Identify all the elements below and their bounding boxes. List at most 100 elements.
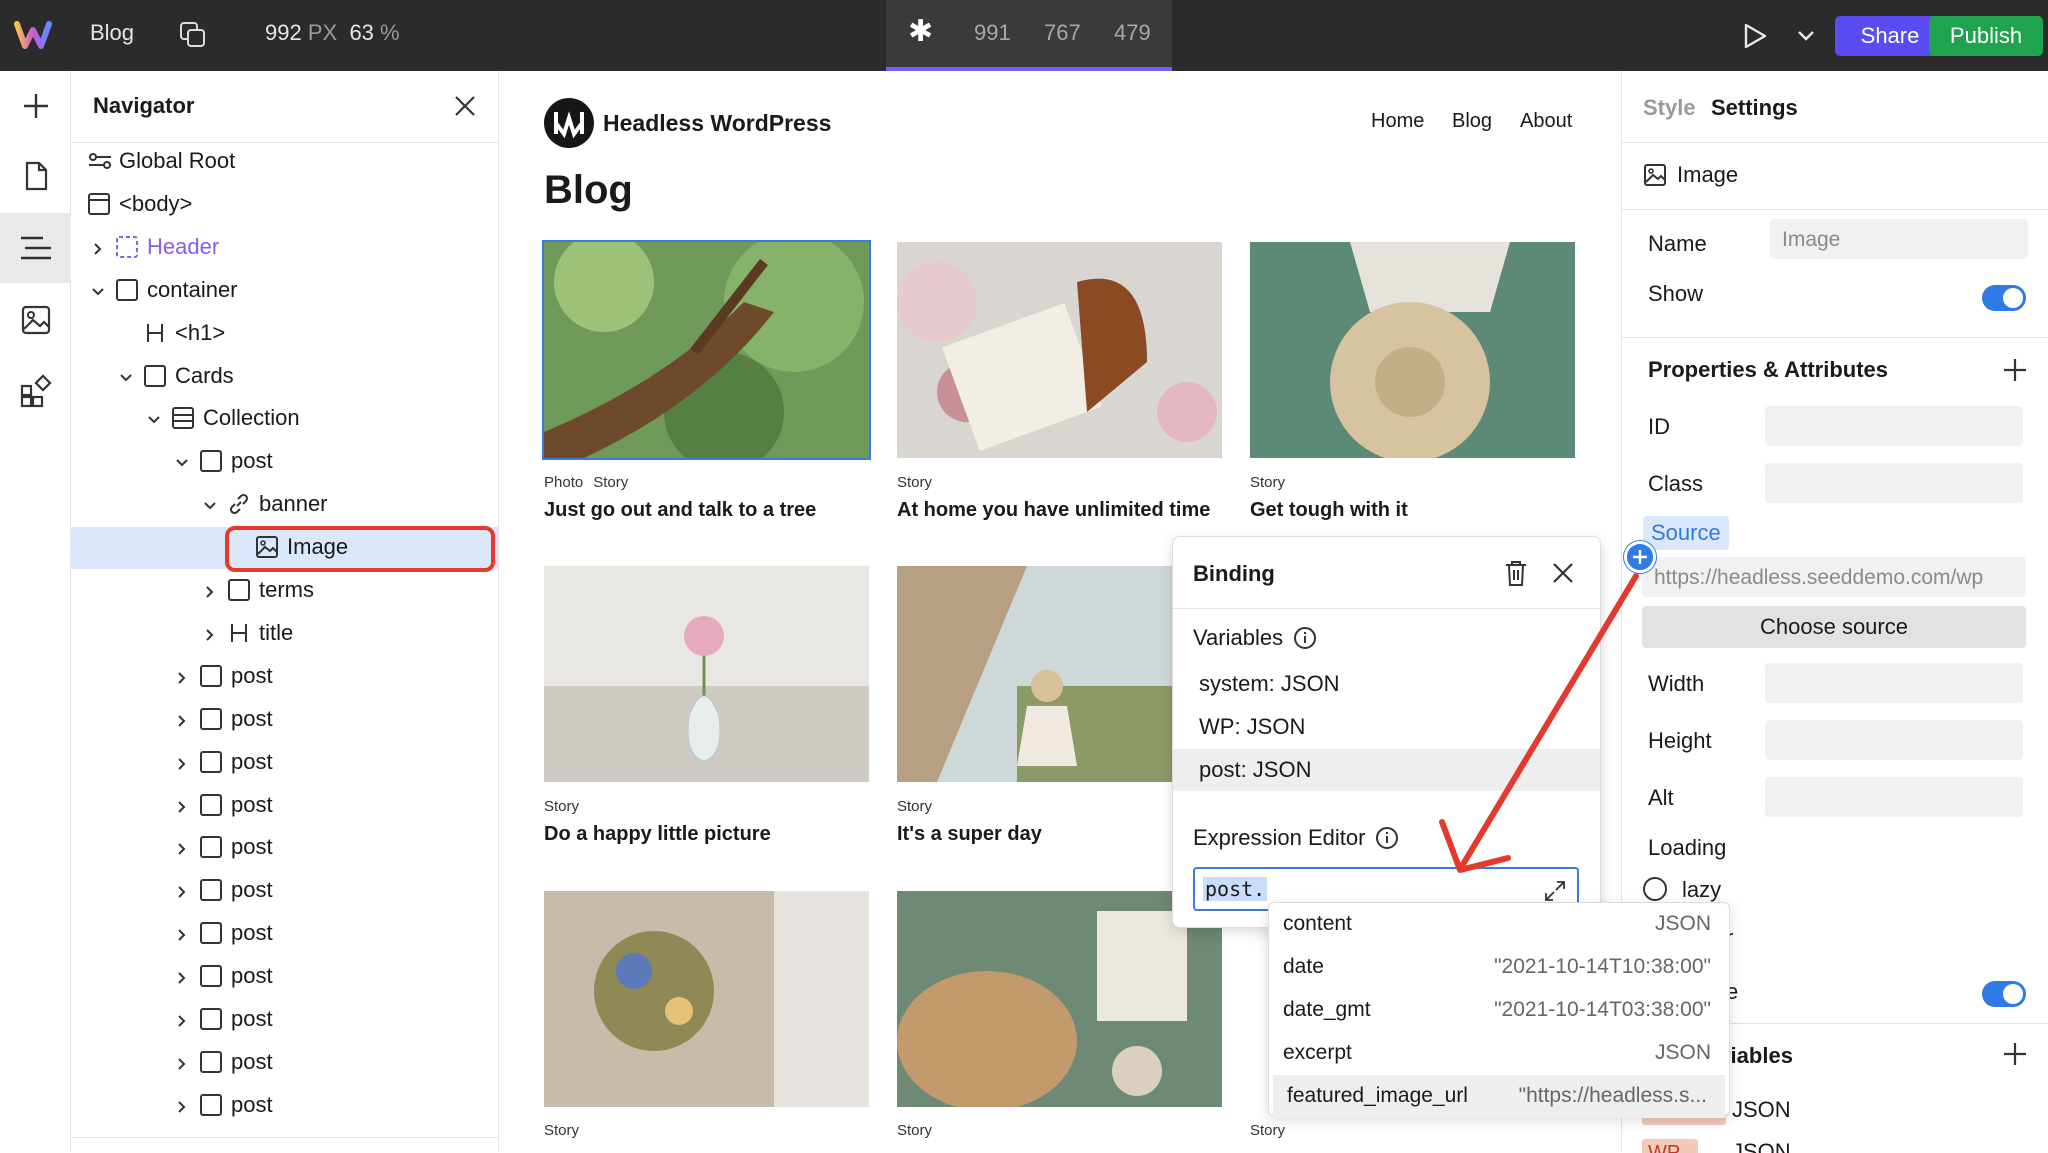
tree-item[interactable]: post (71, 870, 498, 912)
publish-button[interactable]: Publish (1929, 16, 2043, 56)
tree-item[interactable]: Cards (71, 356, 498, 398)
tree-item[interactable]: Global Root (71, 141, 498, 183)
add-binding-plus-icon[interactable] (1624, 541, 1656, 573)
card-image-dried-flowers[interactable] (544, 891, 869, 1107)
close-icon[interactable] (1551, 561, 1575, 585)
expand-icon[interactable] (1543, 879, 1567, 903)
tree-item[interactable]: <h1> (71, 313, 498, 355)
duplicate-pages-icon[interactable] (178, 20, 208, 50)
autocomplete-item-date[interactable]: date "2021-10-14T10:38:00" (1269, 946, 1729, 989)
autocomplete-item-excerpt[interactable]: excerpt JSON (1269, 1032, 1729, 1075)
chevron-right-icon[interactable] (173, 924, 191, 942)
navigator-icon[interactable] (0, 213, 71, 283)
card-title[interactable]: Just go out and talk to a tree (544, 499, 816, 522)
tree-item[interactable]: post (71, 1085, 498, 1127)
tree-item[interactable]: post (71, 1042, 498, 1084)
chevron-down-icon[interactable] (117, 367, 135, 385)
source-label[interactable]: Source (1643, 516, 1729, 550)
components-icon[interactable] (0, 356, 71, 426)
site-logo-icon[interactable] (544, 98, 594, 148)
info-icon[interactable] (1293, 626, 1317, 650)
chevron-down-icon[interactable] (145, 409, 163, 427)
height-input[interactable] (1765, 720, 2023, 760)
tree-item[interactable]: title (71, 613, 498, 655)
source-input[interactable]: https://headless.seeddemo.com/wp (1642, 557, 2026, 597)
alt-input[interactable] (1765, 777, 2023, 817)
card-image-book-bag[interactable] (897, 242, 1222, 458)
chevron-right-icon[interactable] (173, 796, 191, 814)
id-input[interactable] (1765, 406, 2023, 446)
card-title[interactable]: It's a super day (897, 823, 1042, 846)
preview-play-icon[interactable] (1742, 22, 1768, 50)
tree-item[interactable]: terms (71, 570, 498, 612)
tree-item[interactable]: post (71, 785, 498, 827)
breakpoint-767[interactable]: 767 (1044, 20, 1081, 46)
add-property-icon[interactable] (2002, 357, 2028, 388)
chevron-right-icon[interactable] (173, 881, 191, 899)
tree-item[interactable]: container (71, 270, 498, 312)
breakpoint-991[interactable]: 991 (974, 20, 1011, 46)
chevron-right-icon[interactable] (173, 1010, 191, 1028)
chevron-right-icon[interactable] (173, 710, 191, 728)
card-image-straw-hat[interactable] (1250, 242, 1575, 458)
tree-item[interactable]: post (71, 827, 498, 869)
tree-item[interactable]: Header (71, 227, 498, 269)
tree-item[interactable]: <body> (71, 184, 498, 226)
width-input[interactable] (1765, 663, 2023, 703)
webstudio-logo-icon[interactable] (14, 18, 52, 52)
card-image-vase-flower[interactable] (544, 566, 869, 782)
info-icon[interactable] (1375, 826, 1399, 850)
site-title[interactable]: Headless WordPress (603, 110, 831, 137)
breakpoint-479[interactable]: 479 (1114, 20, 1151, 46)
tree-item[interactable]: post (71, 742, 498, 784)
chevron-right-icon[interactable] (173, 1053, 191, 1071)
site-nav-home[interactable]: Home (1371, 110, 1424, 133)
tree-item[interactable]: banner (71, 484, 498, 526)
autocomplete-item-featured-image-url[interactable]: featured_image_url "https://headless.s... (1273, 1075, 1725, 1118)
close-icon[interactable] (452, 93, 478, 119)
chevron-down-icon[interactable] (201, 495, 219, 513)
chevron-right-icon[interactable] (173, 838, 191, 856)
tree-item[interactable]: post (71, 656, 498, 698)
tree-item[interactable]: post (71, 913, 498, 955)
assets-image-icon[interactable] (0, 285, 71, 355)
tab-settings[interactable]: Settings (1711, 95, 1798, 121)
show-toggle[interactable] (1982, 285, 2026, 311)
tab-style[interactable]: Style (1643, 95, 1696, 121)
card-title[interactable]: At home you have unlimited time (897, 499, 1210, 522)
canvas-size-readout[interactable]: 992 PX 63 % (265, 20, 400, 46)
chevron-down-icon[interactable] (1795, 26, 1817, 46)
chevron-right-icon[interactable] (89, 238, 107, 256)
option-toggle[interactable] (1982, 981, 2026, 1007)
class-input[interactable] (1765, 463, 2023, 503)
site-nav-blog[interactable]: Blog (1452, 110, 1492, 133)
variable-wp[interactable]: WP: JSON (1173, 706, 1600, 748)
tree-item[interactable]: Collection (71, 398, 498, 440)
base-breakpoint-icon[interactable]: ✱ (908, 14, 933, 49)
autocomplete-item-content[interactable]: content JSON (1269, 903, 1729, 946)
loading-lazy-radio[interactable] (1643, 877, 1667, 901)
tree-item[interactable]: post (71, 999, 498, 1041)
tree-item[interactable]: post (71, 699, 498, 741)
name-input[interactable]: Image (1770, 219, 2028, 259)
chevron-right-icon[interactable] (201, 581, 219, 599)
wp-variable-chip[interactable]: WP (1642, 1139, 1698, 1153)
card-image-tree[interactable] (542, 240, 871, 460)
trash-icon[interactable] (1503, 559, 1529, 587)
autocomplete-item-date-gmt[interactable]: date_gmt "2021-10-14T03:38:00" (1269, 989, 1729, 1032)
tree-item[interactable]: post (71, 441, 498, 483)
add-variable-icon[interactable] (2002, 1041, 2028, 1072)
pages-icon[interactable] (0, 141, 71, 211)
variable-system[interactable]: system: JSON (1173, 663, 1600, 705)
add-element-icon[interactable] (0, 71, 71, 141)
page-name[interactable]: Blog (90, 20, 134, 46)
chevron-right-icon[interactable] (201, 624, 219, 642)
blog-heading[interactable]: Blog (544, 168, 633, 213)
chevron-right-icon[interactable] (173, 753, 191, 771)
tree-item[interactable]: post (71, 956, 498, 998)
chevron-right-icon[interactable] (173, 1096, 191, 1114)
chevron-down-icon[interactable] (89, 281, 107, 299)
choose-source-button[interactable]: Choose source (1642, 606, 2026, 648)
card-title[interactable]: Get tough with it (1250, 499, 1408, 522)
card-title[interactable]: Do a happy little picture (544, 823, 771, 846)
